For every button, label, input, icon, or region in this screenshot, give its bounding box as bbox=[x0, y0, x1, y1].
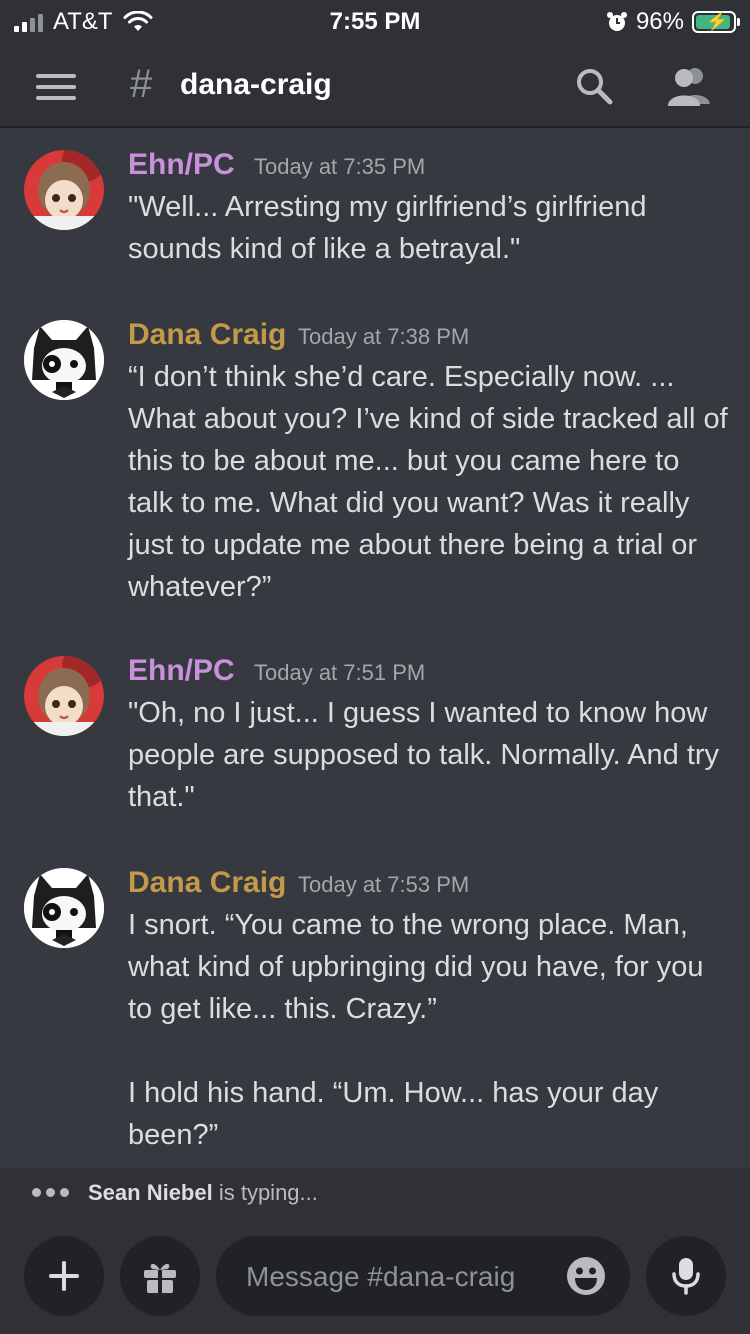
message-content: "Oh, no I just... I guess I wanted to kn… bbox=[128, 697, 728, 813]
gift-button[interactable] bbox=[120, 1236, 200, 1316]
avatar[interactable] bbox=[24, 320, 104, 400]
message-content: "Well... Arresting my girlfriend’s girlf… bbox=[128, 191, 655, 265]
add-attachment-button[interactable] bbox=[24, 1236, 104, 1316]
message-timestamp: Today at 7:53 PM bbox=[298, 872, 470, 897]
message-list[interactable]: Ehn/PC Today at 7:35 PM "Well... Arresti… bbox=[0, 128, 750, 1168]
typing-dots-icon bbox=[32, 1188, 69, 1197]
typing-suffix: is typing... bbox=[212, 1180, 318, 1205]
alarm-icon bbox=[606, 12, 627, 31]
status-right: 96% ⚡ bbox=[606, 8, 740, 36]
typing-indicator: Sean Niebel is typing... bbox=[0, 1168, 750, 1218]
message-author[interactable]: Ehn/PC bbox=[128, 148, 235, 182]
message-timestamp: Today at 7:51 PM bbox=[254, 660, 426, 685]
emoji-icon[interactable] bbox=[566, 1256, 606, 1296]
message-author[interactable]: Ehn/PC bbox=[128, 654, 235, 688]
gift-icon bbox=[144, 1263, 176, 1293]
typing-text: Sean Niebel is typing... bbox=[88, 1180, 318, 1206]
message-author[interactable]: Dana Craig bbox=[128, 318, 286, 352]
message-composer bbox=[0, 1218, 750, 1334]
battery-percent: 96% bbox=[635, 8, 684, 35]
search-icon[interactable] bbox=[574, 66, 614, 106]
message-input[interactable] bbox=[244, 1254, 548, 1300]
message-content: “I don’t think she’d care. Especially no… bbox=[128, 361, 736, 603]
channel-title: dana-craig bbox=[180, 68, 332, 101]
channel-header: # dana-craig bbox=[0, 44, 750, 128]
avatar[interactable] bbox=[24, 656, 104, 736]
menu-icon[interactable] bbox=[36, 74, 76, 100]
hash-icon: # bbox=[130, 62, 153, 106]
typing-user: Sean Niebel bbox=[88, 1180, 213, 1205]
microphone-icon bbox=[672, 1258, 700, 1295]
message-content: I snort. “You came to the wrong place. M… bbox=[128, 909, 704, 1151]
message-timestamp: Today at 7:35 PM bbox=[254, 154, 426, 179]
battery-icon: ⚡ bbox=[692, 11, 740, 33]
message-timestamp: Today at 7:38 PM bbox=[298, 324, 470, 349]
voice-message-button[interactable] bbox=[646, 1236, 726, 1316]
status-bar: AT&T 7:55 PM 96% ⚡ bbox=[0, 0, 750, 44]
plus-icon bbox=[49, 1261, 79, 1291]
message-input-box[interactable] bbox=[216, 1236, 630, 1316]
avatar[interactable] bbox=[24, 150, 104, 230]
message-author[interactable]: Dana Craig bbox=[128, 866, 286, 900]
members-icon[interactable] bbox=[664, 64, 714, 108]
avatar[interactable] bbox=[24, 868, 104, 948]
